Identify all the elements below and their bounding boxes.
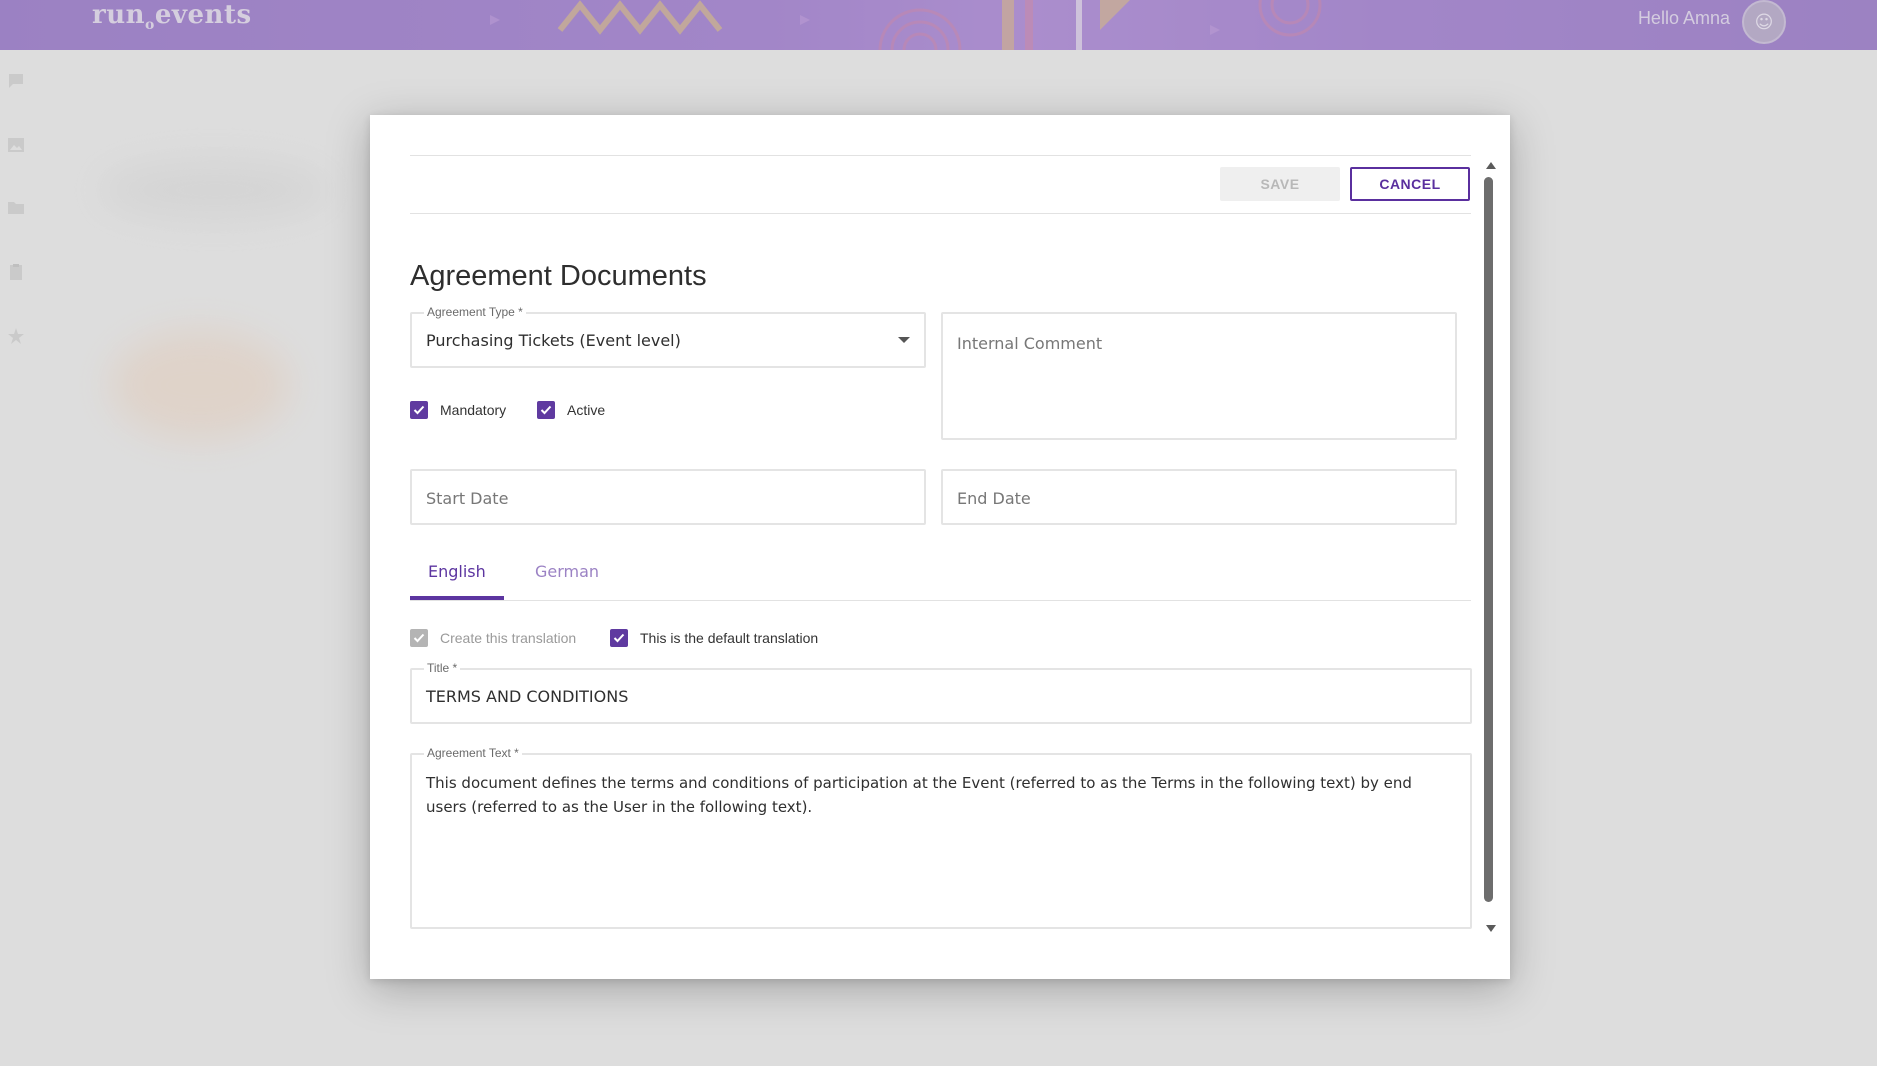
create-translation-label: Create this translation xyxy=(440,630,577,646)
end-date-placeholder: End Date xyxy=(957,489,1031,508)
language-tabs: English German xyxy=(410,552,1471,601)
cancel-button[interactable]: CANCEL xyxy=(1350,167,1470,201)
mandatory-label: Mandatory xyxy=(440,402,507,418)
start-date-field[interactable]: Start Date xyxy=(410,469,926,525)
title-label: Title * xyxy=(424,661,461,675)
scroll-up-arrow-icon[interactable] xyxy=(1486,162,1496,169)
save-button[interactable]: SAVE xyxy=(1220,167,1340,201)
checkbox-checked-icon xyxy=(410,629,428,647)
agreement-type-label: Agreement Type * xyxy=(424,305,526,319)
create-translation-checkbox: Create this translation xyxy=(410,629,576,647)
default-translation-checkbox[interactable]: This is the default translation xyxy=(610,629,818,647)
internal-comment-field[interactable]: Internal Comment xyxy=(941,312,1457,440)
agreement-text-label: Agreement Text * xyxy=(424,746,522,760)
page-title: Agreement Documents xyxy=(410,260,707,292)
title-field[interactable]: Title * TERMS AND CONDITIONS xyxy=(410,661,1472,724)
scrollbar-thumb[interactable] xyxy=(1484,177,1493,902)
mandatory-checkbox[interactable]: Mandatory xyxy=(410,401,506,419)
agreement-type-value: Purchasing Tickets (Event level) xyxy=(426,331,681,350)
chevron-down-icon[interactable] xyxy=(898,337,910,343)
default-translation-label: This is the default translation xyxy=(640,630,819,646)
checkbox-checked-icon[interactable] xyxy=(610,629,628,647)
end-date-field[interactable]: End Date xyxy=(941,469,1457,525)
active-label: Active xyxy=(567,402,606,418)
agreement-dialog: SAVE CANCEL Agreement Documents Agreemen… xyxy=(370,115,1510,979)
scroll-down-arrow-icon[interactable] xyxy=(1486,925,1496,932)
checkbox-checked-icon[interactable] xyxy=(410,401,428,419)
tab-english[interactable]: English xyxy=(410,562,504,600)
agreement-text-field[interactable]: Agreement Text * This document defines t… xyxy=(410,746,1472,929)
dialog-toolbar: SAVE CANCEL xyxy=(410,155,1471,214)
checkbox-checked-icon[interactable] xyxy=(537,401,555,419)
internal-comment-placeholder: Internal Comment xyxy=(957,334,1103,353)
agreement-type-select[interactable]: Agreement Type * Purchasing Tickets (Eve… xyxy=(410,305,926,368)
active-checkbox[interactable]: Active xyxy=(537,401,605,419)
start-date-placeholder: Start Date xyxy=(426,489,509,508)
tab-german[interactable]: German xyxy=(517,562,617,600)
title-value: TERMS AND CONDITIONS xyxy=(426,687,629,706)
agreement-text-value: This document defines the terms and cond… xyxy=(426,774,1412,816)
